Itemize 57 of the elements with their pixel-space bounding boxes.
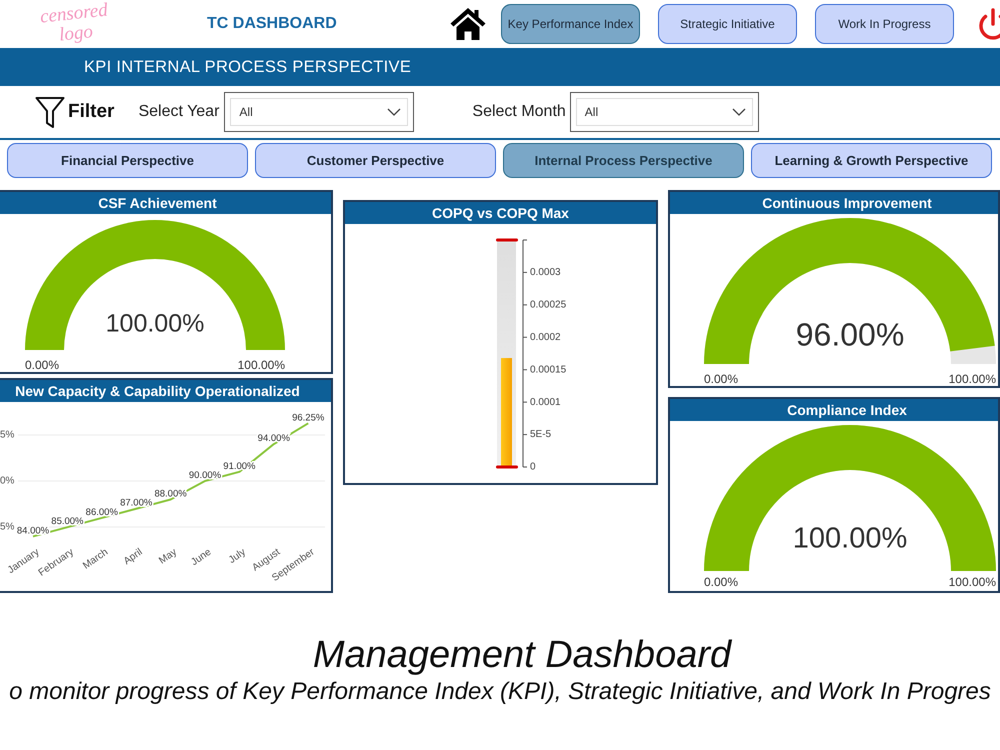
caption-title: Management Dashboard <box>312 633 732 677</box>
max-marker <box>496 238 518 242</box>
data-label: 90.00% <box>188 470 222 482</box>
dashboard-title: TC DASHBOARD <box>207 14 338 34</box>
scale-label: 0.00015 <box>530 364 566 376</box>
card-title: New Capacity & Capability Operationalized <box>0 380 331 402</box>
scale-label: 0.00025 <box>530 300 566 310</box>
banner-title: KPI INTERNAL PROCESS PERSPECTIVE <box>84 56 412 78</box>
gauge-max-label: 100.00% <box>948 575 996 590</box>
month-label: May <box>157 546 179 567</box>
gauge-min-label: 0.00% <box>25 358 60 372</box>
card-title: CSF Achievement <box>0 192 331 214</box>
card-title: Continuous Improvement <box>670 192 998 214</box>
data-label: 86.00% <box>86 506 118 518</box>
data-label: 85.00% <box>51 516 84 528</box>
filter-label: Select Month <box>472 102 566 122</box>
filter-heading: Filter <box>68 100 114 124</box>
card-title: Compliance Index <box>670 399 998 421</box>
filter-icon <box>35 96 65 128</box>
caption-subtitle: o monitor progress of Key Performance Index (KPI), Strategic Initiative, and Work In Progres <box>9 677 991 707</box>
scale-label: 0.0001 <box>530 396 561 408</box>
perspective-tab[interactable]: Internal Process Perspective <box>503 143 744 178</box>
nav-button[interactable]: Strategic Initiative <box>658 4 797 44</box>
scale-label: 0.0002 <box>530 332 561 343</box>
gauge-value: 96.00% <box>796 316 904 352</box>
gauge-value: 100.00% <box>106 310 204 338</box>
filter-dropdown[interactable]: All <box>570 92 759 132</box>
month-label: July <box>226 546 248 566</box>
chevron-down-icon <box>732 108 746 116</box>
power-icon[interactable] <box>976 7 1000 41</box>
axis-label: 5% <box>0 522 14 533</box>
logo-text: censored logo <box>38 0 110 48</box>
data-label: 96.25% <box>292 412 324 424</box>
home-icon[interactable] <box>450 7 486 41</box>
gauge-min-label: 0.00% <box>704 575 738 590</box>
month-label: June <box>189 546 214 568</box>
min-marker <box>496 466 518 468</box>
nav-button[interactable]: Work In Progress <box>815 4 954 44</box>
perspective-tab[interactable]: Learning & Growth Perspective <box>751 143 992 178</box>
perspective-tab[interactable]: Customer Perspective <box>255 143 496 178</box>
scale-label: 0.0003 <box>530 267 561 278</box>
axis-label: 5% <box>0 430 14 441</box>
gauge-min-label: 0.00% <box>704 372 738 386</box>
scale-label: 5E-5 <box>530 429 552 440</box>
gauge-max-label: 100.00% <box>238 358 285 372</box>
gauge-value: 100.00% <box>792 522 908 555</box>
filter-label: Select Year <box>138 102 220 122</box>
scale-label: 0 <box>530 462 536 473</box>
gauge-max-label: 100.00% <box>948 372 996 386</box>
card-title: COPQ vs COPQ Max <box>345 202 656 224</box>
perspective-tab[interactable]: Financial Perspective <box>7 143 248 178</box>
chevron-down-icon <box>387 108 402 116</box>
axis-label: 0% <box>0 476 14 487</box>
data-label: 87.00% <box>120 498 152 509</box>
data-label: 84.00% <box>16 525 50 536</box>
filter-dropdown[interactable]: All <box>224 92 414 132</box>
nav-button[interactable]: Key Performance Index <box>501 4 640 44</box>
